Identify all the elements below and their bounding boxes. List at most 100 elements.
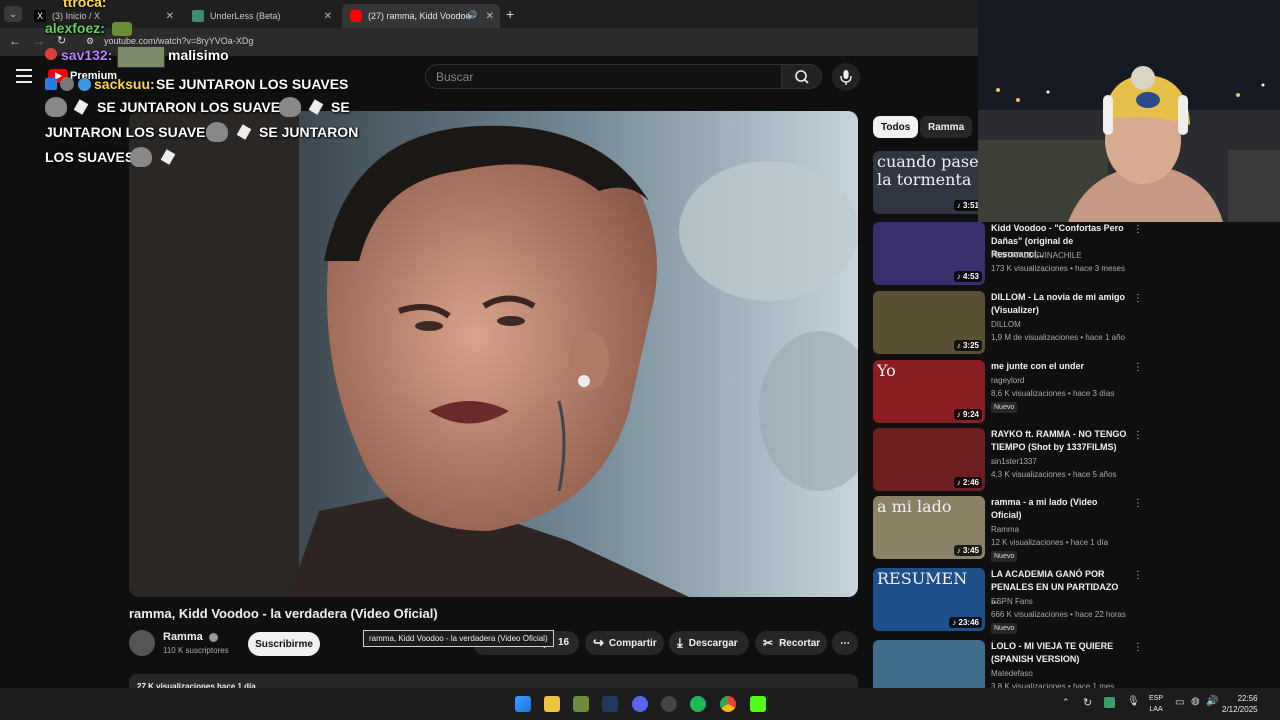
channel-name[interactable]: Ramma — [163, 631, 218, 643]
duration-badge: ♪ 2:46 — [953, 477, 982, 488]
video-thumbnail[interactable]: RESUMEN ♪ 23:46 — [873, 568, 985, 631]
chat-emote — [117, 46, 165, 68]
security-icon[interactable] — [1104, 697, 1115, 708]
more-options-icon[interactable]: ⋮ — [1133, 362, 1143, 373]
chat-emote — [130, 147, 152, 167]
volume-icon[interactable]: 🔊 — [1206, 696, 1218, 707]
close-icon[interactable]: ✕ — [486, 11, 494, 22]
video-thumbnail[interactable]: ♪ 4:53 — [873, 222, 985, 285]
chat-username: sav132: — [61, 47, 113, 63]
recommendation-channel[interactable]: DILLOM — [991, 320, 1021, 329]
chevron-up-icon[interactable]: ⌃ — [1062, 697, 1070, 708]
sync-icon[interactable]: ↻ — [1083, 696, 1092, 709]
duration-badge: ♪ 9:24 — [953, 409, 982, 420]
download-button[interactable]: ⤓ Descargar — [669, 631, 749, 655]
recommendation-channel[interactable]: FESTIVALDEVINACHILE — [991, 251, 1082, 260]
clock-time: 22:56 — [1237, 694, 1258, 703]
video-player[interactable] — [129, 111, 858, 597]
recommendation-channel[interactable]: Matedefaso — [991, 669, 1033, 678]
recommendation-title[interactable]: RAYKO ft. RAMMA - NO TENGO TIEMPO (Shot … — [991, 428, 1127, 454]
video-thumbnail[interactable]: ♪ 3:25 — [873, 291, 985, 354]
chip-todos[interactable]: Todos — [873, 116, 919, 138]
steam-icon[interactable] — [602, 696, 618, 712]
recommendation-title[interactable]: me junte con el under — [991, 360, 1127, 373]
more-options-icon[interactable]: ⋮ — [1133, 224, 1143, 235]
more-options-icon[interactable]: ⋮ — [1133, 498, 1143, 509]
network-icon[interactable]: ▭ — [1175, 697, 1184, 708]
language-indicator[interactable]: ESP LAA — [1149, 693, 1163, 715]
recommendation-channel[interactable]: rageylord — [991, 376, 1024, 385]
thumbnail-text: RESUMEN — [877, 569, 968, 588]
back-arrow-icon[interactable]: ← — [9, 34, 21, 48]
chat-emote — [206, 122, 228, 142]
tab-list-chevron-icon[interactable]: ⌄ — [4, 6, 22, 22]
chat-badge-icon — [60, 77, 74, 91]
more-actions-button[interactable]: ⋯ — [832, 631, 858, 655]
hamburger-menu-icon[interactable] — [16, 69, 32, 83]
avatar[interactable] — [129, 630, 155, 656]
recommendation-title[interactable]: DILLOM - La novia de mi amigo (Visualize… — [991, 291, 1127, 317]
recommendation-meta: 4,3 K visualizaciones • hace 5 años — [991, 470, 1117, 479]
chat-message: malisimo — [168, 47, 229, 63]
forward-arrow-icon[interactable]: → — [33, 34, 45, 48]
recommendation-item[interactable]: a mi lado ♪ 3:45 ramma - a mi lado (Video … — [873, 496, 1143, 562]
video-thumbnail[interactable]: a mi lado ♪ 3:45 — [873, 496, 985, 559]
recommendation-meta: 173 K visualizaciones • hace 3 meses — [991, 264, 1125, 273]
search-input[interactable]: Buscar — [425, 64, 782, 89]
video-thumbnail[interactable]: cuando pase la tormenta ♪ 3:51 — [873, 151, 985, 214]
more-options-icon[interactable]: ⋮ — [1133, 293, 1143, 304]
voice-search-button[interactable] — [832, 63, 860, 91]
duration-text: 23:46 — [958, 618, 979, 627]
close-icon[interactable]: ✕ — [166, 11, 174, 22]
dislike-count: 16 — [558, 637, 570, 648]
share-button[interactable]: ↪ Compartir — [585, 631, 664, 655]
new-tab-icon[interactable]: + — [506, 6, 514, 22]
discord-icon[interactable] — [632, 696, 648, 712]
site-info-icon[interactable]: ⚙ — [86, 36, 94, 47]
spotify-icon[interactable] — [690, 696, 706, 712]
recommendation-channel[interactable]: sin1ster1337 — [991, 457, 1037, 466]
new-badge: Nuevo — [991, 623, 1018, 634]
clip-label: Recortar — [779, 637, 821, 649]
duration-text: 3:51 — [962, 201, 979, 210]
recommendation-item[interactable]: ♪ 3:25 DILLOM - La novia de mi amigo (Vis… — [873, 291, 1143, 354]
recommendation-item[interactable]: ♪ 2:46 RAYKO ft. RAMMA - NO TENGO TIEMPO … — [873, 428, 1143, 491]
close-icon[interactable]: ✕ — [324, 11, 332, 22]
thumbnail-text: cuando pase la tormenta — [877, 152, 979, 189]
clip-button[interactable]: ✂ Recortar — [755, 631, 827, 655]
recommendation-title[interactable]: ramma - a mi lado (Video Oficial) — [991, 496, 1127, 522]
microphone-icon[interactable]: 🎙 — [1127, 696, 1140, 707]
recommendation-item[interactable]: RESUMEN ♪ 23:46 LA ACADEMIA GANÓ POR PENAL… — [873, 568, 1143, 634]
search-button[interactable] — [781, 64, 822, 89]
speaker-icon[interactable]: 🔊 — [466, 10, 477, 21]
minecraft-icon[interactable] — [573, 696, 589, 712]
tab-label: UnderLess (Beta) — [210, 11, 281, 21]
recommendation-item[interactable]: Yo ♪ 9:24 me junte con el under rageylord 8,… — [873, 360, 1143, 423]
system-clock[interactable]: 22:56 2/12/2025 — [1222, 693, 1258, 715]
file-explorer-icon[interactable] — [544, 696, 560, 712]
recommendation-item[interactable]: ♪ 4:53 Kidd Voodoo - "Confortas Pero Daña… — [873, 222, 1143, 285]
windows-start-icon[interactable] — [515, 696, 531, 712]
more-options-icon[interactable]: ⋮ — [1133, 430, 1143, 441]
chrome-icon[interactable] — [720, 696, 736, 712]
subscribe-button[interactable]: Suscribirme — [248, 632, 320, 656]
browser-tab-youtube[interactable]: (27) ramma, Kidd Voodoo - 🔊 ✕ — [342, 4, 500, 28]
chat-emote — [45, 97, 67, 117]
search-icon — [795, 70, 809, 84]
video-thumbnail[interactable]: ♪ 2:46 — [873, 428, 985, 491]
more-options-icon[interactable]: ⋮ — [1133, 642, 1143, 653]
url-field[interactable]: youtube.com/watch?v=8ryYVOa-XDg — [104, 36, 253, 46]
chat-badge-icon — [45, 48, 57, 60]
recommendation-channel[interactable]: Ramma — [991, 525, 1019, 534]
browser-tab-underless[interactable]: UnderLess (Beta) ✕ — [184, 4, 338, 28]
globe-icon[interactable]: ◍ — [1191, 696, 1200, 707]
chat-message: JUNTARON LOS SUAVES — [45, 124, 215, 140]
app-icon[interactable] — [661, 696, 677, 712]
video-thumbnail[interactable]: Yo ♪ 9:24 — [873, 360, 985, 423]
recommendation-title[interactable]: LOLO - MI VIEJA TE QUIERE (SPANISH VERSI… — [991, 640, 1127, 666]
duration-badge: ♪ 4:53 — [953, 271, 982, 282]
kick-icon[interactable] — [750, 696, 766, 712]
recommendation-channel[interactable]: ESPN Fans — [991, 597, 1033, 606]
more-options-icon[interactable]: ⋮ — [1133, 570, 1143, 581]
chip-ramma[interactable]: Ramma — [920, 116, 973, 138]
